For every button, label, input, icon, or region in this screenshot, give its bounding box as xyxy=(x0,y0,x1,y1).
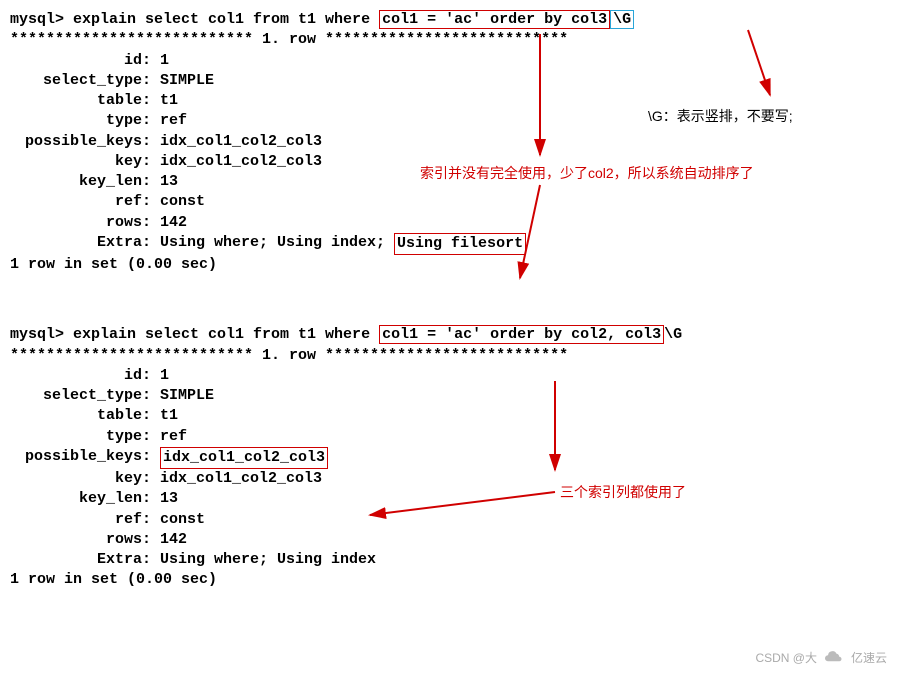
value-possible-keys: idx_col1_col2_col3 xyxy=(160,447,328,469)
watermark: CSDN @大 亿速云 xyxy=(755,649,887,666)
csdn-watermark: CSDN @大 xyxy=(755,649,817,666)
query2-footer: 1 row in set (0.00 sec) xyxy=(10,570,887,590)
label-select-type: select_type: xyxy=(10,71,160,91)
label-ref: ref: xyxy=(10,510,160,530)
value-rows: 142 xyxy=(160,213,187,233)
value-table: t1 xyxy=(160,91,178,111)
extra-prefix: Using where; Using index; xyxy=(160,233,394,255)
label-type: type: xyxy=(10,427,160,447)
g-terminator: \G xyxy=(610,10,634,29)
label-rows: rows: xyxy=(10,213,160,233)
annotation-all-used: 三个索引列都使用了 xyxy=(560,482,686,502)
label-id: id: xyxy=(10,51,160,71)
query1-block: mysql> explain select col1 from t1 where… xyxy=(10,10,887,275)
label-possible-keys: possible_keys: xyxy=(10,447,160,469)
label-key-len: key_len: xyxy=(10,172,160,192)
value-ref: const xyxy=(160,192,205,212)
cloud-icon xyxy=(825,649,843,666)
value-key: idx_col1_col2_col3 xyxy=(160,152,322,172)
query2-block: mysql> explain select col1 from t1 where… xyxy=(10,325,887,590)
yisu-watermark: 亿速云 xyxy=(851,649,887,666)
value-key: idx_col1_col2_col3 xyxy=(160,469,322,489)
value-ref: const xyxy=(160,510,205,530)
label-rows: rows: xyxy=(10,530,160,550)
value-id: 1 xyxy=(160,51,169,71)
label-id: id: xyxy=(10,366,160,386)
label-possible-keys: possible_keys: xyxy=(10,132,160,152)
query1-footer: 1 row in set (0.00 sec) xyxy=(10,255,887,275)
label-extra: Extra: xyxy=(10,233,160,255)
where-order-clause: col1 = 'ac' order by col3 xyxy=(379,10,610,29)
cmd-prefix: explain select col1 from t1 where xyxy=(73,326,379,343)
label-select-type: select_type: xyxy=(10,386,160,406)
row-header: *************************** 1. row *****… xyxy=(10,30,887,50)
label-key: key: xyxy=(10,152,160,172)
mysql-prompt: mysql> xyxy=(10,11,73,28)
value-possible-keys: idx_col1_col2_col3 xyxy=(160,132,322,152)
query1-command: mysql> explain select col1 from t1 where… xyxy=(10,10,887,30)
value-key-len: 13 xyxy=(160,489,178,509)
value-key-len: 13 xyxy=(160,172,178,192)
cmd-prefix: explain select col1 from t1 where xyxy=(73,11,379,28)
value-select-type: SIMPLE xyxy=(160,71,214,91)
annotation-filesort: 索引并没有完全使用，少了col2，所以系统自动排序了 xyxy=(420,163,754,183)
label-ref: ref: xyxy=(10,192,160,212)
value-type: ref xyxy=(160,111,187,131)
label-type: type: xyxy=(10,111,160,131)
where-order-clause: col1 = 'ac' order by col2, col3 xyxy=(379,325,664,344)
row-header: *************************** 1. row *****… xyxy=(10,346,887,366)
annotation-g: \G：表示竖排，不要写; xyxy=(648,106,793,126)
value-id: 1 xyxy=(160,366,169,386)
label-table: table: xyxy=(10,406,160,426)
value-extra: Using where; Using index xyxy=(160,550,376,570)
query2-command: mysql> explain select col1 from t1 where… xyxy=(10,325,887,345)
value-table: t1 xyxy=(160,406,178,426)
value-select-type: SIMPLE xyxy=(160,386,214,406)
g-terminator: \G xyxy=(664,326,682,343)
label-table: table: xyxy=(10,91,160,111)
value-rows: 142 xyxy=(160,530,187,550)
mysql-prompt: mysql> xyxy=(10,326,73,343)
value-type: ref xyxy=(160,427,187,447)
label-extra: Extra: xyxy=(10,550,160,570)
label-key-len: key_len: xyxy=(10,489,160,509)
label-key: key: xyxy=(10,469,160,489)
using-filesort: Using filesort xyxy=(394,233,526,255)
